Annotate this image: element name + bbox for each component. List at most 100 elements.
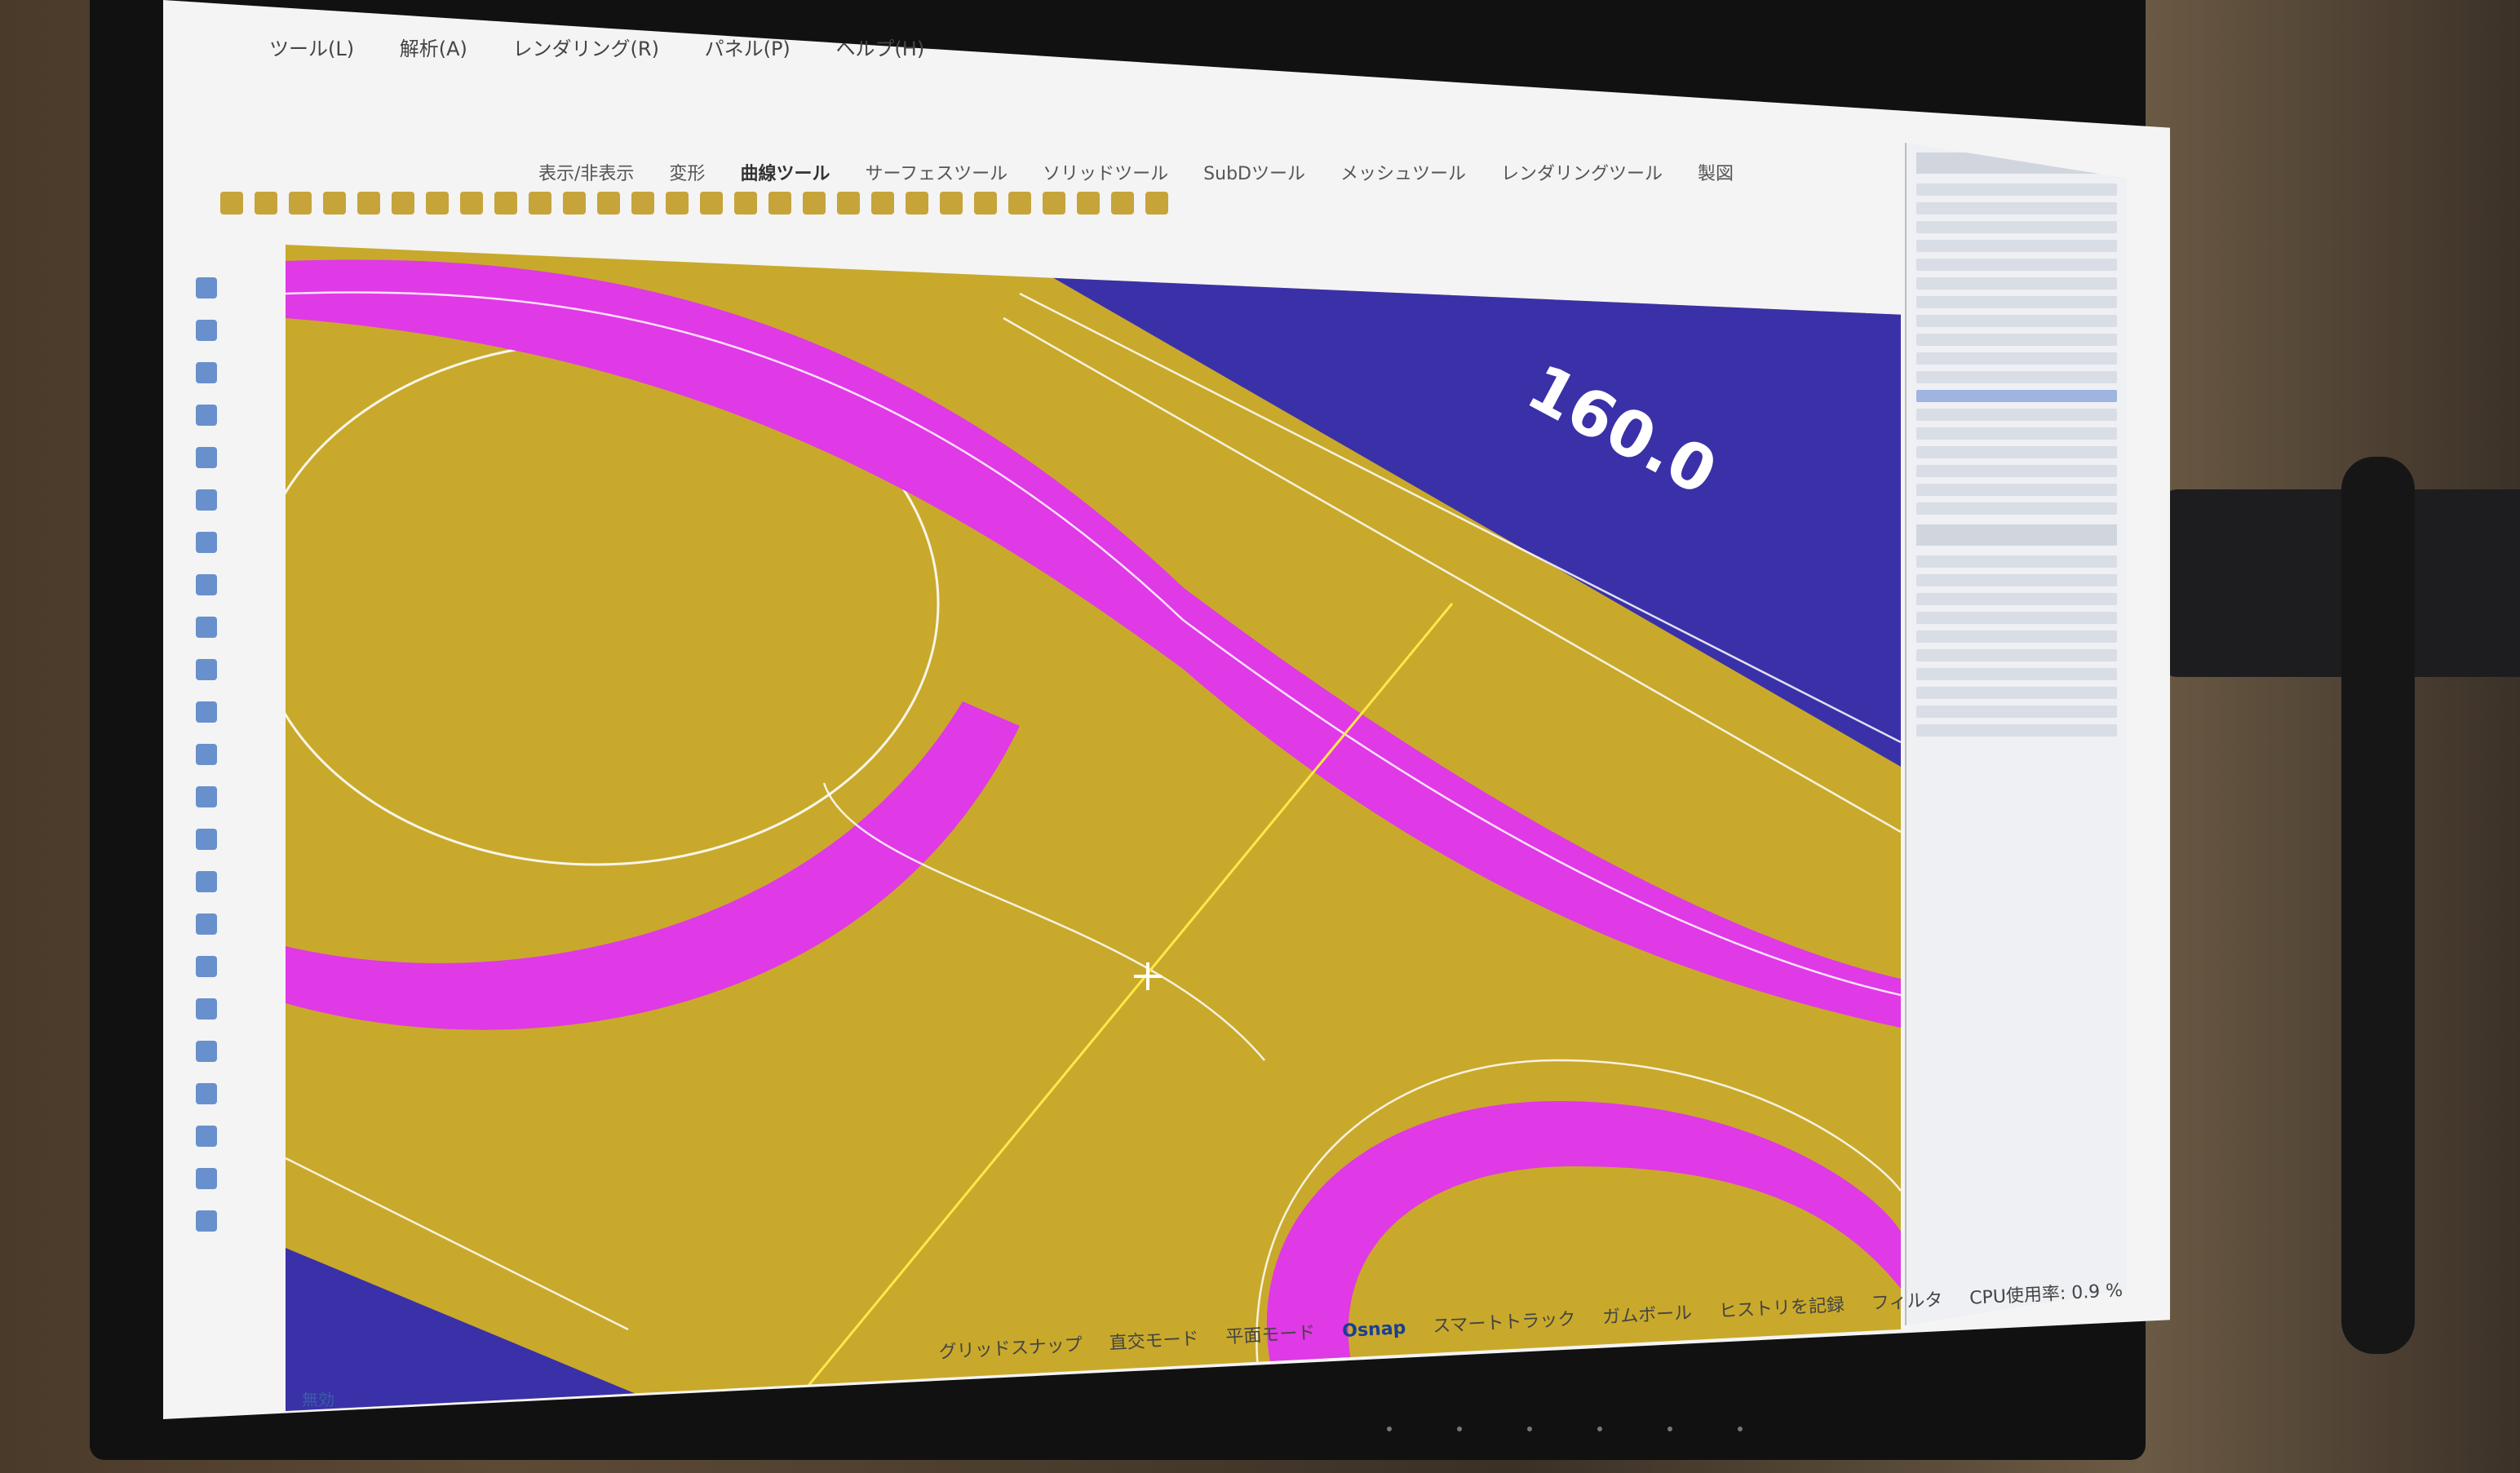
property-row[interactable] — [1916, 612, 2117, 624]
menu-tools[interactable]: ツール(L) — [269, 33, 354, 61]
tool-icon[interactable] — [196, 574, 217, 595]
menu-render[interactable]: レンダリング(R) — [513, 33, 659, 61]
tab-render-tools[interactable]: レンダリングツール — [1501, 159, 1663, 185]
tool-icon[interactable] — [196, 871, 217, 892]
property-row[interactable] — [1916, 706, 2117, 718]
property-row[interactable] — [1916, 593, 2117, 605]
status-history[interactable]: ヒストリを記録 — [1718, 1290, 1845, 1323]
tab-surface-tools[interactable]: サーフェスツール — [865, 159, 1008, 185]
tool-icon[interactable] — [700, 192, 723, 215]
status-ortho[interactable]: 直交モード — [1109, 1324, 1200, 1355]
layer-row[interactable] — [1916, 202, 2117, 215]
status-filter[interactable]: フィルタ — [1871, 1285, 1943, 1316]
layer-row-selected[interactable] — [1916, 390, 2117, 402]
button-dot[interactable] — [1738, 1427, 1743, 1431]
layer-row[interactable] — [1916, 446, 2117, 458]
tool-icon[interactable] — [196, 489, 217, 511]
tool-icon[interactable] — [289, 192, 312, 215]
tool-icon[interactable] — [1008, 192, 1031, 215]
tool-icon[interactable] — [196, 829, 217, 850]
tool-icon[interactable] — [196, 1126, 217, 1147]
tool-icon[interactable] — [837, 192, 860, 215]
tab-drafting[interactable]: 製図 — [1698, 159, 1734, 185]
layer-row[interactable] — [1916, 184, 2117, 196]
layer-row[interactable] — [1916, 465, 2117, 477]
tool-icon[interactable] — [196, 447, 217, 468]
tool-icon[interactable] — [196, 1083, 217, 1104]
tool-icon[interactable] — [196, 405, 217, 426]
layer-row[interactable] — [1916, 259, 2117, 271]
button-dot[interactable] — [1597, 1427, 1602, 1431]
tool-icon[interactable] — [974, 192, 997, 215]
tool-icon[interactable] — [196, 913, 217, 935]
tool-icon[interactable] — [196, 1210, 217, 1232]
tool-icon[interactable] — [1043, 192, 1065, 215]
tool-icon[interactable] — [323, 192, 346, 215]
layer-row[interactable] — [1916, 240, 2117, 252]
tool-icon[interactable] — [196, 617, 217, 638]
tool-icon[interactable] — [220, 192, 243, 215]
status-gumball[interactable]: ガムボール — [1601, 1298, 1693, 1329]
tool-icon[interactable] — [357, 192, 380, 215]
layer-row[interactable] — [1916, 352, 2117, 365]
tab-curve-tools[interactable]: 曲線ツール — [740, 159, 830, 185]
tool-icon[interactable] — [196, 1041, 217, 1062]
layer-row[interactable] — [1916, 502, 2117, 515]
tab-solid-tools[interactable]: ソリッドツール — [1043, 159, 1168, 185]
property-row[interactable] — [1916, 724, 2117, 736]
property-row[interactable] — [1916, 630, 2117, 643]
button-dot[interactable] — [1667, 1427, 1672, 1431]
tool-icon[interactable] — [494, 192, 517, 215]
tab-subd-tools[interactable]: SubDツール — [1203, 159, 1305, 185]
tool-icon[interactable] — [196, 277, 217, 299]
tool-icon[interactable] — [196, 998, 217, 1020]
property-row[interactable] — [1916, 649, 2117, 661]
tool-icon[interactable] — [196, 701, 217, 723]
property-row[interactable] — [1916, 574, 2117, 586]
layer-row[interactable] — [1916, 296, 2117, 308]
tab-mesh-tools[interactable]: メッシュツール — [1340, 159, 1466, 185]
button-dot[interactable] — [1457, 1427, 1462, 1431]
menu-help[interactable]: ヘルプ(H) — [835, 33, 924, 61]
tool-icon[interactable] — [768, 192, 791, 215]
tool-icon[interactable] — [666, 192, 689, 215]
property-row[interactable] — [1916, 555, 2117, 568]
tool-icon[interactable] — [906, 192, 928, 215]
layer-row[interactable] — [1916, 277, 2117, 290]
layer-row[interactable] — [1916, 427, 2117, 440]
tool-icon[interactable] — [803, 192, 826, 215]
button-dot[interactable] — [1387, 1427, 1392, 1431]
tool-icon[interactable] — [196, 956, 217, 977]
layer-row[interactable] — [1916, 334, 2117, 346]
button-dot[interactable] — [1527, 1427, 1532, 1431]
tool-icon[interactable] — [196, 320, 217, 341]
menu-analysis[interactable]: 解析(A) — [400, 33, 467, 61]
tool-icon[interactable] — [196, 659, 217, 680]
tool-icon[interactable] — [426, 192, 449, 215]
layer-row[interactable] — [1916, 409, 2117, 421]
tool-icon[interactable] — [529, 192, 551, 215]
tool-icon[interactable] — [392, 192, 414, 215]
status-osnap[interactable]: Osnap — [1342, 1318, 1406, 1342]
tool-icon[interactable] — [196, 532, 217, 553]
tab-transform[interactable]: 変形 — [669, 159, 705, 185]
tool-icon[interactable] — [940, 192, 963, 215]
tool-icon[interactable] — [196, 362, 217, 383]
tab-show-hide[interactable]: 表示/非表示 — [538, 159, 634, 185]
property-row[interactable] — [1916, 668, 2117, 680]
menu-panels[interactable]: パネル(P) — [705, 33, 791, 61]
property-row[interactable] — [1916, 687, 2117, 699]
tool-icon[interactable] — [597, 192, 620, 215]
status-planar[interactable]: 平面モード — [1225, 1318, 1317, 1349]
tool-icon[interactable] — [460, 192, 483, 215]
tool-icon[interactable] — [196, 744, 217, 765]
tool-icon[interactable] — [196, 1168, 217, 1189]
layer-row[interactable] — [1916, 221, 2117, 233]
tool-icon[interactable] — [1145, 192, 1168, 215]
tool-icon[interactable] — [1111, 192, 1134, 215]
tool-icon[interactable] — [631, 192, 654, 215]
tool-icon[interactable] — [734, 192, 757, 215]
layer-row[interactable] — [1916, 484, 2117, 496]
layer-row[interactable] — [1916, 371, 2117, 383]
tool-icon[interactable] — [563, 192, 586, 215]
